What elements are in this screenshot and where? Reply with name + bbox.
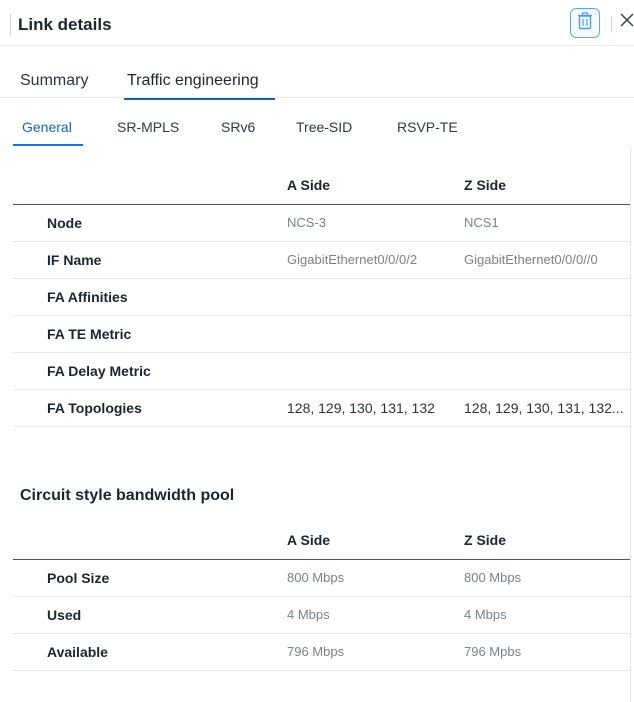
tab-traffic-engineering[interactable]: Traffic engineering xyxy=(124,72,275,100)
row-label-if-name: IF Name xyxy=(13,241,278,279)
fa-delay-metric-a-side xyxy=(278,352,455,390)
table-row: Available 796 Mbps 796 Mpbs xyxy=(13,633,630,671)
table-row: Node NCS-3 NCS1 xyxy=(13,204,630,242)
table-row: FA Delay Metric xyxy=(13,352,630,390)
table-row: IF Name GigabitEthernet0/0/0/2 GigabitEt… xyxy=(13,241,630,279)
row-label-fa-delay-metric: FA Delay Metric xyxy=(13,352,278,390)
fa-delay-metric-z-side xyxy=(455,352,630,390)
header-left-rule xyxy=(10,14,11,36)
bandwidth-pool-table: A Side Z Side Pool Size 800 Mbps 800 Mbp… xyxy=(13,522,630,671)
table-row: FA Topologies 128, 129, 130, 131, 132 12… xyxy=(13,389,630,427)
delete-button[interactable] xyxy=(570,8,600,38)
panel-title: Link details xyxy=(18,15,112,34)
column-header-z-side: Z Side xyxy=(455,522,630,560)
row-label-pool-size: Pool Size xyxy=(13,559,278,597)
column-header-z-side: Z Side xyxy=(455,167,630,205)
tab-sr-mpls[interactable]: SR-MPLS xyxy=(117,119,179,135)
tab-summary[interactable]: Summary xyxy=(20,72,88,90)
tab-srv6[interactable]: SRv6 xyxy=(221,119,255,135)
node-a-side: NCS-3 xyxy=(278,204,455,242)
tab-rsvp-te[interactable]: RSVP-TE xyxy=(397,119,458,135)
column-header-attribute xyxy=(13,167,278,205)
fa-topologies-z-side: 128, 129, 130, 131, 132... xyxy=(455,389,630,427)
table-header-row: A Side Z Side xyxy=(13,522,630,560)
fa-te-metric-z-side xyxy=(455,315,630,353)
pool-size-a-side: 800 Mbps xyxy=(278,559,455,597)
fa-topologies-a-side: 128, 129, 130, 131, 132 xyxy=(278,389,455,427)
close-icon xyxy=(620,12,634,32)
available-z-side: 796 Mpbs xyxy=(455,633,630,671)
available-a-side: 796 Mbps xyxy=(278,633,455,671)
trash-icon xyxy=(577,11,593,35)
table-row: FA TE Metric xyxy=(13,315,630,353)
close-button[interactable] xyxy=(618,12,634,32)
panel-header: Link details xyxy=(0,0,634,46)
table-row: Used 4 Mbps 4 Mbps xyxy=(13,596,630,634)
column-header-a-side: A Side xyxy=(278,522,455,560)
table-row: FA Affinities xyxy=(13,278,630,316)
row-label-fa-te-metric: FA TE Metric xyxy=(13,315,278,353)
tab-tree-sid[interactable]: Tree-SID xyxy=(296,119,352,135)
used-z-side: 4 Mbps xyxy=(455,596,630,634)
used-a-side: 4 Mbps xyxy=(278,596,455,634)
pool-size-z-side: 800 Mbps xyxy=(455,559,630,597)
row-label-available: Available xyxy=(13,633,278,671)
if-name-z-side: GigabitEthernet0/0/0//0 xyxy=(455,241,630,279)
row-label-fa-topologies: FA Topologies xyxy=(13,389,278,427)
fa-affinities-a-side xyxy=(278,278,455,316)
column-header-attribute xyxy=(13,522,278,560)
fa-affinities-z-side xyxy=(455,278,630,316)
header-separator xyxy=(611,16,612,32)
table-header-row: A Side Z Side xyxy=(13,167,630,205)
sub-tabs: General SR-MPLS SRv6 Tree-SID RSVP-TE xyxy=(0,98,634,146)
row-label-fa-affinities: FA Affinities xyxy=(13,278,278,316)
content-right-border xyxy=(630,146,631,702)
table-row: Pool Size 800 Mbps 800 Mbps xyxy=(13,559,630,597)
tab-general[interactable]: General xyxy=(13,119,83,146)
node-z-side: NCS1 xyxy=(455,204,630,242)
if-name-a-side: GigabitEthernet0/0/0/2 xyxy=(278,241,455,279)
fa-te-metric-a-side xyxy=(278,315,455,353)
te-attributes-table: A Side Z Side Node NCS-3 NCS1 IF Name Gi… xyxy=(13,167,630,427)
main-tabs: Summary Traffic engineering xyxy=(0,46,634,100)
row-label-node: Node xyxy=(13,204,278,242)
row-label-used: Used xyxy=(13,596,278,634)
section-title-bandwidth-pool: Circuit style bandwidth pool xyxy=(20,487,235,504)
column-header-a-side: A Side xyxy=(278,167,455,205)
